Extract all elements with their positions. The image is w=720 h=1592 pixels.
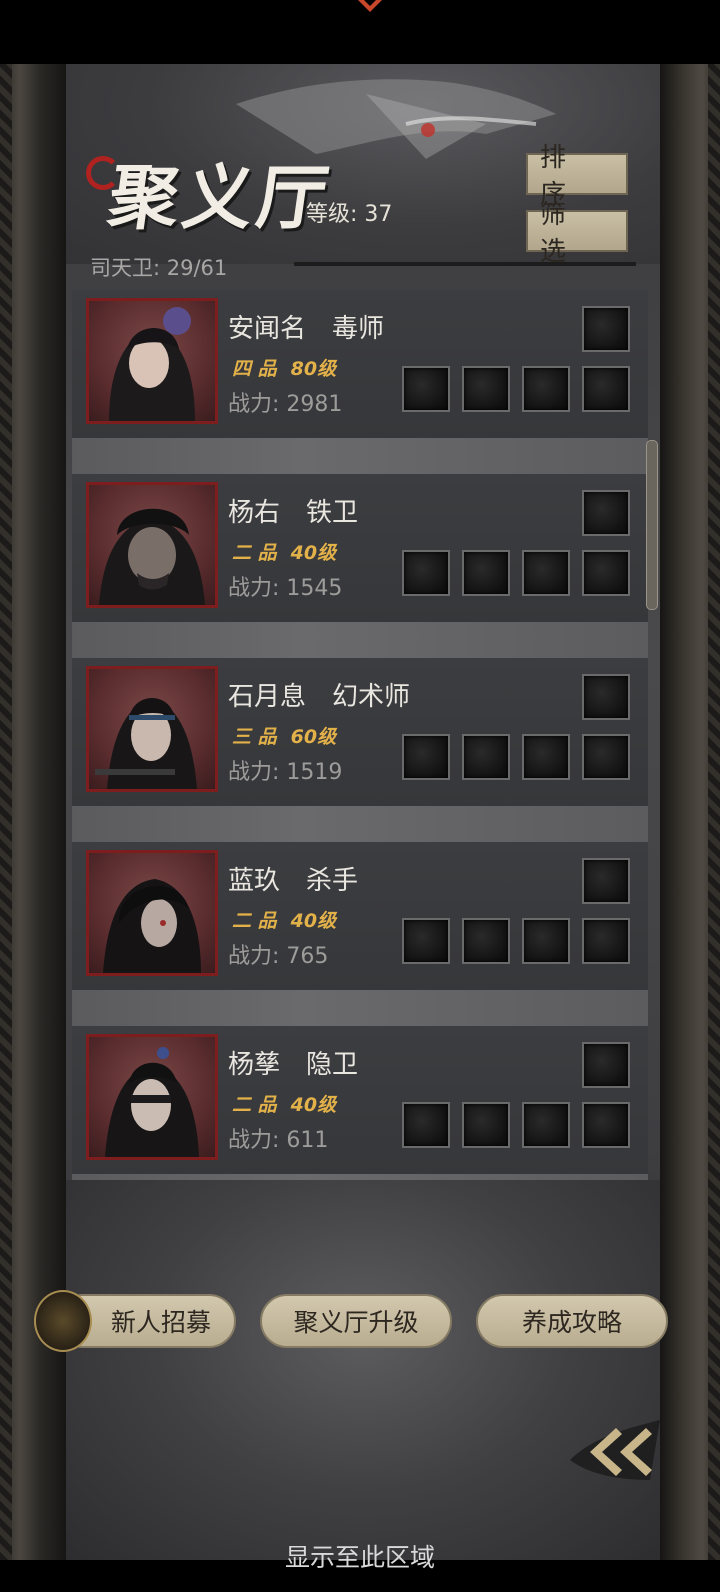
card-divider bbox=[72, 438, 648, 476]
hall-upgrade-button[interactable]: 聚义厅升级 bbox=[260, 1294, 452, 1348]
hero-name: 石月息 幻术师 bbox=[228, 682, 411, 712]
hero-level: 40级 bbox=[290, 910, 337, 932]
hero-name: 蓝玖 杀手 bbox=[228, 866, 359, 896]
equipment-slot-icon[interactable] bbox=[522, 734, 570, 780]
hero-rank: 四 品 80级 bbox=[232, 354, 336, 381]
hero-name: 安闻名 毒师 bbox=[228, 314, 385, 344]
equipment-slot-icon[interactable] bbox=[582, 674, 630, 720]
equipment-slot-icon[interactable] bbox=[522, 550, 570, 596]
hero-power: 战力: 765 bbox=[228, 944, 329, 969]
hero-power: 战力: 1545 bbox=[228, 576, 343, 601]
card-divider bbox=[72, 622, 648, 660]
equipment-slot-icon[interactable] bbox=[582, 306, 630, 352]
equipment-slot-icon[interactable] bbox=[462, 550, 510, 596]
bottom-mist-backdrop bbox=[66, 1180, 660, 1560]
hero-level: 80级 bbox=[290, 358, 337, 380]
hero-rank: 二 品 40级 bbox=[232, 1090, 336, 1117]
equipment-slot-icon[interactable] bbox=[582, 366, 630, 412]
hero-card[interactable]: 杨右 铁卫 二 品 40级 战力: 1545 bbox=[72, 474, 648, 624]
equipment-slot-icon[interactable] bbox=[582, 858, 630, 904]
hero-name: 杨孳 隐卫 bbox=[228, 1050, 359, 1080]
top-status-bar bbox=[0, 0, 720, 64]
sort-button[interactable]: 排 序 bbox=[526, 143, 628, 210]
hero-rank: 二 品 40级 bbox=[232, 906, 336, 933]
hero-portrait bbox=[86, 482, 218, 608]
hero-portrait bbox=[86, 1034, 218, 1160]
equipment-slot-icon[interactable] bbox=[582, 1042, 630, 1088]
hero-rank-grade: 二 品 bbox=[232, 542, 277, 564]
hero-power: 战力: 1519 bbox=[228, 760, 343, 785]
hero-card[interactable]: 石月息 幻术师 三 品 60级 战力: 1519 bbox=[72, 658, 648, 808]
display-area-label: 显示至此区域 bbox=[284, 1543, 435, 1572]
hero-rank-grade: 四 品 bbox=[232, 358, 277, 380]
recruit-token-icon bbox=[34, 1290, 92, 1352]
card-divider bbox=[72, 806, 648, 844]
equipment-slot-icon[interactable] bbox=[582, 1102, 630, 1148]
hero-portrait bbox=[86, 850, 218, 976]
hero-portrait bbox=[86, 298, 218, 424]
equipment-slot-icon[interactable] bbox=[522, 918, 570, 964]
hero-rank-grade: 二 品 bbox=[232, 1094, 277, 1116]
list-scrollbar[interactable] bbox=[646, 440, 658, 610]
guard-count: 司天卫: 29/61 bbox=[90, 256, 228, 280]
hero-card[interactable]: 安闻名 毒师 四 品 80级 战力: 2981 bbox=[72, 290, 648, 440]
training-guide-button[interactable]: 养成攻略 bbox=[476, 1294, 668, 1348]
equipment-slot-icon[interactable] bbox=[402, 366, 450, 412]
hero-list[interactable]: 安闻名 毒师 四 品 80级 战力: 2981 杨右 铁卫 二 品 40级 战力: … bbox=[72, 290, 652, 1224]
logo-icon bbox=[358, 0, 382, 12]
equipment-slot-icon[interactable] bbox=[582, 734, 630, 780]
equipment-slot-icon[interactable] bbox=[402, 918, 450, 964]
hall-level: 等级: 37 bbox=[306, 202, 393, 227]
hero-power: 战力: 611 bbox=[228, 1128, 329, 1153]
equipment-slot-icon[interactable] bbox=[462, 734, 510, 780]
hero-rank-grade: 二 品 bbox=[232, 910, 277, 932]
equipment-slot-icon[interactable] bbox=[462, 1102, 510, 1148]
back-double-chevron-icon[interactable] bbox=[560, 1400, 670, 1490]
hero-level: 40级 bbox=[290, 1094, 337, 1116]
equipment-slot-icon[interactable] bbox=[522, 366, 570, 412]
equipment-slot-icon[interactable] bbox=[582, 550, 630, 596]
hero-portrait bbox=[86, 666, 218, 792]
hero-level: 40级 bbox=[290, 542, 337, 564]
hero-name: 杨右 铁卫 bbox=[228, 498, 359, 528]
equipment-slot-icon[interactable] bbox=[462, 918, 510, 964]
hero-rank: 三 品 60级 bbox=[232, 722, 336, 749]
right-pillar-pattern bbox=[708, 64, 720, 1560]
equipment-slot-icon[interactable] bbox=[522, 1102, 570, 1148]
hero-rank: 二 品 40级 bbox=[232, 538, 336, 565]
hero-power: 战力: 2981 bbox=[228, 392, 343, 417]
filter-button[interactable]: 筛 选 bbox=[526, 200, 628, 267]
hero-card[interactable]: 蓝玖 杀手 二 品 40级 战力: 765 bbox=[72, 842, 648, 992]
hero-level: 60级 bbox=[290, 726, 337, 748]
card-divider bbox=[72, 990, 648, 1028]
equipment-slot-icon[interactable] bbox=[462, 366, 510, 412]
equipment-slot-icon[interactable] bbox=[402, 550, 450, 596]
equipment-slot-icon[interactable] bbox=[402, 1102, 450, 1148]
right-pillar bbox=[660, 64, 720, 1560]
equipment-slot-icon[interactable] bbox=[402, 734, 450, 780]
equipment-slot-icon[interactable] bbox=[582, 490, 630, 536]
hero-card[interactable]: 杨孳 隐卫 二 品 40级 战力: 611 bbox=[72, 1026, 648, 1176]
page-title: 聚义厅 bbox=[103, 156, 338, 239]
hero-rank-grade: 三 品 bbox=[232, 726, 277, 748]
equipment-slot-icon[interactable] bbox=[582, 918, 630, 964]
left-pillar-pattern bbox=[0, 64, 12, 1560]
